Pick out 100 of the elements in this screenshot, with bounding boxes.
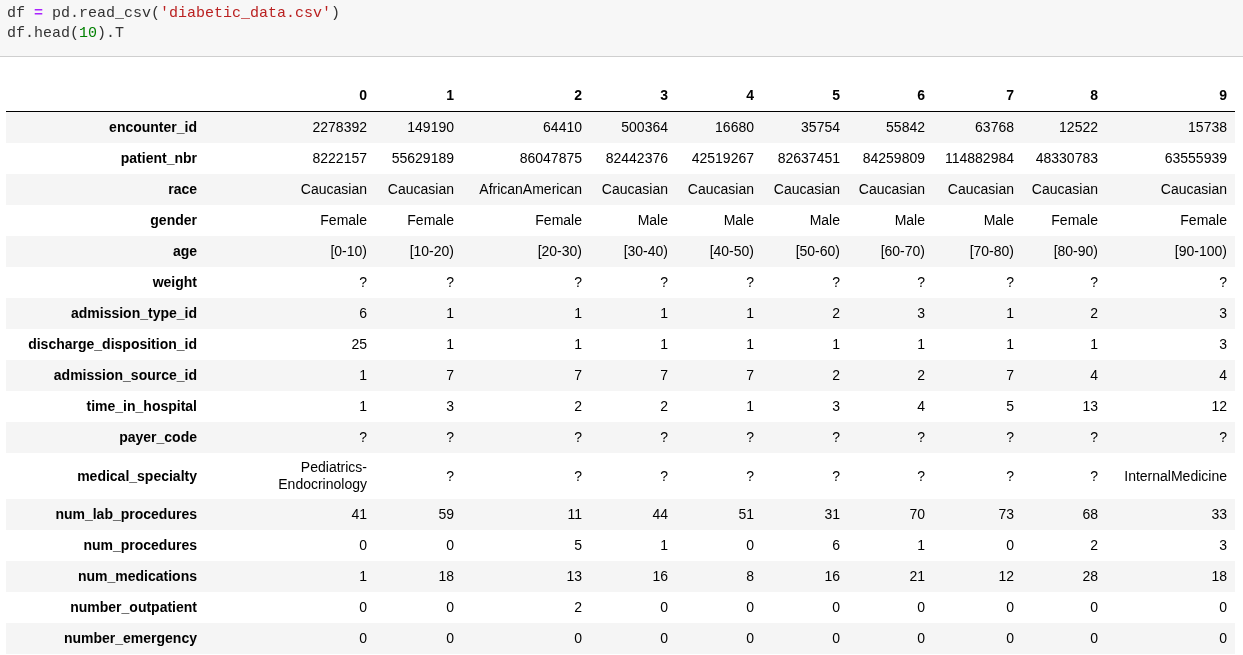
table-cell: [80-90) <box>1053 243 1098 260</box>
table-cell: Caucasian <box>947 181 1014 198</box>
table-cell: 2 <box>574 398 582 415</box>
table-cell: ? <box>1006 467 1014 485</box>
column-header: 9 <box>1219 87 1227 103</box>
table-cell: 149190 <box>407 119 454 136</box>
table-cell: 41 <box>351 506 367 523</box>
column-header: 0 <box>359 87 367 103</box>
table-cell: [70-80) <box>969 243 1014 260</box>
table-cell: 0 <box>917 599 925 616</box>
column-header: 4 <box>746 87 754 103</box>
table-cell: 8 <box>746 568 754 585</box>
table-cell: 25 <box>351 336 367 353</box>
table-cell: 2 <box>832 305 840 322</box>
table-cell: [60-70) <box>880 243 925 260</box>
table-cell: 0 <box>746 599 754 616</box>
row-label: number_emergency <box>63 630 197 646</box>
table-cell: 2 <box>660 398 668 415</box>
table-cell: Caucasian <box>300 181 367 198</box>
table-cell: 0 <box>446 599 454 616</box>
table-cell: 11 <box>567 506 582 523</box>
table-cell: ? <box>660 429 668 446</box>
column-header: 8 <box>1090 87 1098 103</box>
code-cell[interactable]: df = pd.read_csv('diabetic_data.csv') df.head(10).T <box>0 0 1243 57</box>
table-cell: Female <box>407 212 454 229</box>
column-header: 1 <box>446 87 454 103</box>
table-cell: Caucasian <box>601 181 668 198</box>
table-cell: 1 <box>746 398 754 415</box>
table-cell: 2 <box>574 599 582 616</box>
table-cell: 114882984 <box>944 150 1014 167</box>
table-cell: 1 <box>1006 336 1014 353</box>
table-cell: 8222157 <box>312 150 367 167</box>
table-cell: 63768 <box>975 119 1014 136</box>
table-cell: 1 <box>660 336 668 353</box>
table-cell: 1 <box>1090 336 1098 353</box>
table-cell: 82637451 <box>777 150 840 167</box>
table-cell: 1 <box>660 305 668 322</box>
table-cell: ? <box>1090 274 1098 291</box>
row-label: age <box>172 243 197 259</box>
row-label: admission_source_id <box>53 367 197 383</box>
table-cell: 28 <box>1082 568 1098 585</box>
table-cell: Caucasian <box>687 181 754 198</box>
table-cell: ? <box>660 467 668 485</box>
table-cell: 59 <box>438 506 454 523</box>
table-cell: 48330783 <box>1035 150 1098 167</box>
table-cell: 500364 <box>621 119 668 136</box>
table-cell: Male <box>723 212 754 229</box>
code-line: df = pd.read_csv('diabetic_data.csv') <box>7 4 341 24</box>
table-cell: 0 <box>1090 630 1098 647</box>
table-cell: 44 <box>652 506 668 523</box>
table-cell: 1 <box>574 336 582 353</box>
table-cell: 4 <box>1219 367 1227 384</box>
table-cell: 0 <box>1090 599 1098 616</box>
table-cell: 0 <box>917 630 925 647</box>
table-cell: 0 <box>660 599 668 616</box>
table-cell: 1 <box>660 537 668 554</box>
table-cell: ? <box>1090 467 1098 485</box>
table-cell: 55842 <box>886 119 925 136</box>
table-cell: 86047875 <box>519 150 582 167</box>
table-cell: ? <box>832 467 840 485</box>
row-label: gender <box>150 212 197 228</box>
table-cell: Female <box>1180 212 1227 229</box>
table-cell: 0 <box>446 630 454 647</box>
table-cell: ? <box>917 467 925 485</box>
table-cell: 7 <box>746 367 754 384</box>
table-cell: 1 <box>446 305 454 322</box>
table-cell: 1 <box>446 336 454 353</box>
table-cell: 2 <box>1090 305 1098 322</box>
table-cell: 0 <box>832 599 840 616</box>
table-cell: 1 <box>746 305 754 322</box>
table-cell: 1 <box>1006 305 1014 322</box>
table-cell: 13 <box>1082 398 1098 415</box>
table-cell: 3 <box>446 398 454 415</box>
table-cell: 0 <box>746 630 754 647</box>
row-label: weight <box>152 274 197 290</box>
row-label: num_procedures <box>83 537 197 553</box>
table-cell: ? <box>446 429 454 446</box>
table-cell: 7 <box>574 367 582 384</box>
table-cell: 31 <box>824 506 840 523</box>
table-cell: 16 <box>652 568 668 585</box>
table-cell: 3 <box>832 398 840 415</box>
column-header: 2 <box>574 87 582 103</box>
table-cell: 35754 <box>801 119 840 136</box>
row-label: num_lab_procedures <box>55 506 197 522</box>
column-header: 6 <box>917 87 925 103</box>
table-cell-text: Pediatrics-Endocrinology <box>277 459 367 493</box>
table-cell: 3 <box>1219 336 1227 353</box>
table-cell: 2 <box>917 367 925 384</box>
code-line: df.head(10).T <box>7 24 125 44</box>
table-cell: 0 <box>832 630 840 647</box>
table-cell: 16 <box>824 568 840 585</box>
row-label: num_medications <box>77 568 197 584</box>
table-cell: [10-20) <box>409 243 454 260</box>
row-label: medical_specialty <box>77 467 197 484</box>
table-cell: ? <box>660 274 668 291</box>
table-cell: Caucasian <box>773 181 840 198</box>
table-cell: 51 <box>738 506 754 523</box>
table-cell: 12 <box>1211 398 1227 415</box>
table-cell: 82442376 <box>605 150 668 167</box>
column-header: 7 <box>1006 87 1014 103</box>
